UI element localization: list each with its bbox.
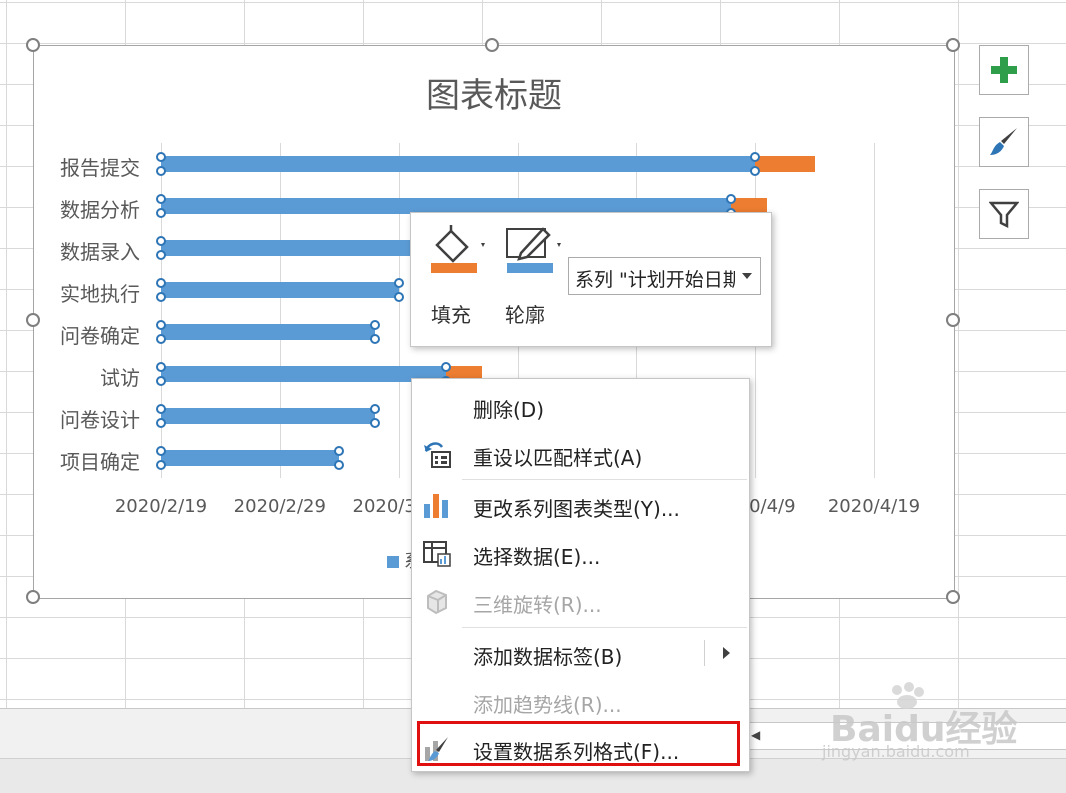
resize-handle-top[interactable] [485,38,499,52]
outline-button[interactable]: 轮廓 [503,223,567,333]
y-category-label: 问卷设计 [60,408,140,432]
y-category-label: 项目确定 [60,450,140,474]
bar-series-2[interactable] [755,156,815,172]
y-category-label: 实地执行 [60,282,140,306]
menu-item-label: 添加数据标签(B) [473,645,623,669]
cube-icon [427,589,447,615]
menu-item-label: 三维旋转(R)... [473,593,602,617]
selection-handle[interactable] [156,278,166,288]
fill-label: 填充 [431,303,471,327]
menu-item-change-series-chart-type[interactable]: 更改系列图表类型(Y)... [412,482,749,528]
highlight-box [417,721,740,766]
bar-series-1[interactable] [161,408,375,424]
menu-item-reset-style[interactable]: 重设以匹配样式(A) [412,431,749,477]
selection-handle[interactable] [369,404,380,414]
bar-series-1[interactable] [161,450,340,466]
menu-separator [462,627,747,628]
selection-handle[interactable] [393,278,404,288]
selection-handle[interactable] [156,446,166,456]
outline-label: 轮廓 [505,303,545,327]
selection-handle[interactable] [369,334,380,344]
selection-handle[interactable] [334,446,345,456]
resize-handle-top-left[interactable] [26,38,40,52]
bar-series-1[interactable] [161,324,375,340]
selection-handle[interactable] [393,292,404,302]
selection-handle[interactable] [156,376,166,386]
y-category-label: 试访 [100,366,140,390]
selection-handle[interactable] [156,236,166,246]
selection-handle[interactable] [369,320,380,330]
selection-handle[interactable] [156,166,166,176]
selection-handle[interactable] [156,250,166,260]
menu-item-label: 重设以匹配样式(A) [473,446,643,470]
context-menu: 删除(D) 重设以匹配样式(A) 更改系列图表类型(Y)... 选择数据(E).… [411,378,750,772]
menu-item-label: 选择数据(E)... [473,545,601,569]
selection-handle[interactable] [750,166,761,176]
submenu-arrow-icon [723,647,730,659]
menu-item-add-data-labels[interactable]: 添加数据标签(B) [412,630,749,676]
x-gridline [398,143,400,478]
menu-item-label: 添加趋势线(R)... [473,693,622,717]
menu-item-label: 更改系列图表类型(Y)... [473,497,680,521]
x-tick-label: 2020/4/19 [827,496,921,517]
chart-element-dropdown-value: 系列 "计划开始日期" [575,269,735,291]
y-category-label: 报告提交 [60,156,140,180]
y-category-label: 数据分析 [60,198,140,222]
menu-item-select-data[interactable]: 选择数据(E)... [412,530,749,576]
y-category-label: 数据录入 [60,240,140,264]
reset-style-icon [424,442,451,468]
select-data-icon [423,541,451,567]
bar-chart-icon [424,494,448,518]
selection-handle[interactable] [156,334,166,344]
chevron-down-icon [742,273,752,279]
selection-handle[interactable] [156,404,166,414]
selection-handle[interactable] [156,194,166,204]
selection-handle[interactable] [156,292,166,302]
menu-item-add-trendline: 添加趋势线(R)... [412,678,749,724]
watermark-url: jingyan.baidu.com [822,742,970,761]
selection-handle[interactable] [156,418,166,428]
bar-series-1[interactable] [161,156,756,172]
fill-button[interactable]: 填充 [427,223,491,333]
selection-handle[interactable] [369,418,380,428]
paint-bucket-icon [431,225,485,273]
bar-series-1[interactable] [161,282,399,298]
x-gridline [874,143,875,478]
menu-item-delete[interactable]: 删除(D) [412,383,749,429]
x-tick-label: 2020/2/29 [233,496,326,517]
filter-icon [989,201,1019,229]
watermark: Baidu经验 jingyan.baidu.com [812,682,1062,762]
chart-styles-button[interactable] [979,117,1029,167]
menu-separator [462,479,747,480]
chart-filters-button[interactable] [979,189,1029,239]
submenu-divider [704,640,705,666]
chart-title[interactable]: 图表标题 [34,68,954,117]
chart-elements-button[interactable] [979,45,1029,95]
scroll-left-icon[interactable]: ◀ [751,728,760,742]
resize-handle-top-right[interactable] [946,38,960,52]
brush-icon [990,128,1017,155]
selection-handle[interactable] [156,152,166,162]
format-mini-toolbar: 填充 轮廓 系列 "计划开始日期" [410,212,772,347]
menu-item-label: 删除(D) [473,398,545,422]
resize-handle-left[interactable] [26,313,40,327]
resize-handle-bottom-left[interactable] [26,590,40,604]
resize-handle-right[interactable] [946,313,960,327]
bar-series-1[interactable] [161,366,447,382]
x-tick-label: 2020/2/19 [114,496,208,517]
y-category-label: 问卷确定 [60,324,140,348]
menu-item-3d-rotation: 三维旋转(R)... [412,578,749,624]
selection-handle[interactable] [156,362,166,372]
selection-handle[interactable] [334,460,345,470]
selection-handle[interactable] [156,320,166,330]
legend-marker[interactable] [387,556,399,568]
plus-icon [991,57,1017,83]
chart-element-dropdown[interactable]: 系列 "计划开始日期" [568,257,761,295]
x-gridline [279,143,281,478]
resize-handle-bottom-right[interactable] [946,590,960,604]
selection-handle[interactable] [156,460,166,470]
selection-handle[interactable] [156,208,166,218]
pen-outline-icon [506,227,561,273]
